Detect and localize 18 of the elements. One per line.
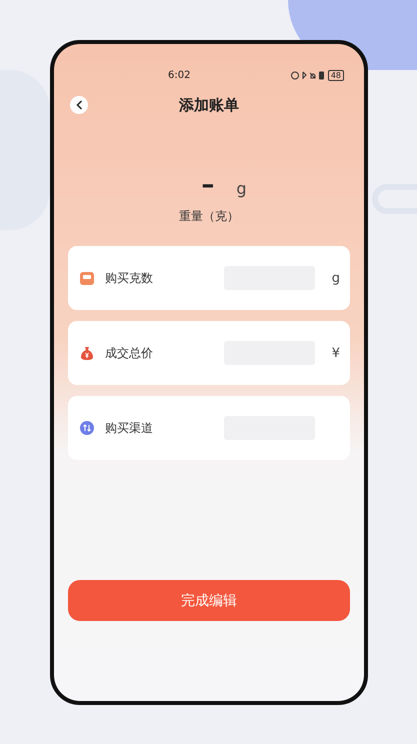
unit-label: g [330, 270, 340, 286]
status-icons-drawing [290, 70, 325, 80]
status-time: 6:02 [168, 70, 190, 80]
back-button[interactable] [70, 96, 88, 114]
back-icon [76, 100, 82, 110]
weight-unit: g [236, 180, 247, 198]
swap-icon [80, 421, 94, 435]
weight-label: 重量（克） [178, 208, 240, 225]
money-bag-icon [80, 346, 94, 360]
scale-icon [80, 272, 94, 284]
field-label: 成交总价 [105, 344, 154, 362]
page-title: 添加账单 [179, 96, 239, 114]
field-label: 购买渠道 [105, 420, 154, 436]
weight-value: – [201, 172, 214, 198]
battery-level: 48 [328, 70, 344, 80]
finish-edit-button[interactable]: 完成编辑 [68, 580, 350, 621]
field-label: 购买克数 [105, 270, 154, 286]
unit-label: ¥ [330, 346, 340, 360]
